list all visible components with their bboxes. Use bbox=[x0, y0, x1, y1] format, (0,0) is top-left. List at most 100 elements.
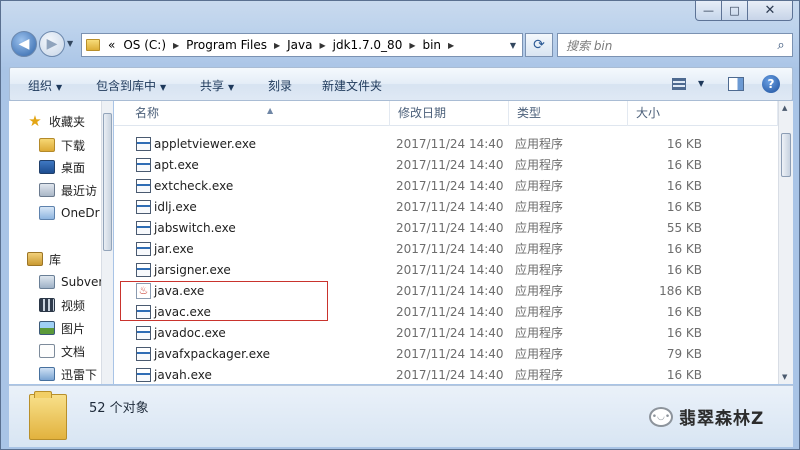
nav-item-label: 文档 bbox=[61, 344, 86, 359]
nav-item-downloads[interactable]: 下载 bbox=[39, 135, 85, 155]
breadcrumb-separator-icon[interactable]: ▶ bbox=[271, 41, 283, 50]
file-size: 16 KB bbox=[666, 263, 702, 277]
burn-button[interactable]: 刻录 bbox=[268, 77, 292, 94]
file-modified: 2017/11/24 14:40 bbox=[396, 263, 504, 277]
column-header-label: 类型 bbox=[517, 106, 542, 120]
nav-item-label: OneDr bbox=[61, 206, 100, 220]
change-view-icon[interactable] bbox=[672, 78, 686, 90]
file-row[interactable]: idlj.exe 2017/11/24 14:40 应用程序 16 KB bbox=[114, 197, 778, 218]
search-box[interactable]: 搜索 bin ⌕ bbox=[557, 33, 793, 57]
file-name: jarsigner.exe bbox=[154, 263, 231, 277]
navigation-pane: ★ 收藏夹 下载 桌面 最近访 OneDr 库 Subver 视频 图片 文档 … bbox=[9, 101, 101, 384]
nav-item-label: 桌面 bbox=[61, 160, 86, 175]
file-type: 应用程序 bbox=[515, 368, 564, 382]
breadcrumb-program-files[interactable]: Program Files bbox=[182, 38, 271, 52]
folder-icon bbox=[86, 39, 100, 51]
chevron-down-icon: ▼ bbox=[56, 83, 63, 92]
file-type: 应用程序 bbox=[515, 242, 564, 256]
column-header-name[interactable]: 名称 ▲ bbox=[127, 101, 390, 126]
file-row[interactable]: jabswitch.exe 2017/11/24 14:40 应用程序 55 K… bbox=[114, 218, 778, 239]
column-header-type[interactable]: 类型 bbox=[509, 101, 628, 126]
file-type: 应用程序 bbox=[515, 326, 564, 340]
nav-item-pictures[interactable]: 图片 bbox=[39, 318, 85, 338]
file-size: 16 KB bbox=[666, 242, 702, 256]
library-icon bbox=[27, 252, 43, 266]
file-name: idlj.exe bbox=[154, 200, 197, 214]
back-button[interactable]: ◀ bbox=[11, 31, 37, 57]
recent-pages-dropdown[interactable]: ▼ bbox=[67, 39, 73, 48]
file-row[interactable]: apt.exe 2017/11/24 14:40 应用程序 16 KB bbox=[114, 155, 778, 176]
file-name: jar.exe bbox=[154, 242, 194, 256]
nav-item-onedrive[interactable]: OneDr bbox=[39, 203, 100, 223]
include-in-library-menu[interactable]: 包含到库中 ▼ bbox=[96, 77, 166, 94]
organize-menu[interactable]: 组织 ▼ bbox=[28, 77, 62, 94]
nav-item-subversion[interactable]: Subver bbox=[39, 272, 101, 292]
nav-item-videos[interactable]: 视频 bbox=[39, 295, 85, 315]
nav-item-label: 迅雷下 bbox=[61, 367, 98, 382]
file-row[interactable]: extcheck.exe 2017/11/24 14:40 应用程序 16 KB bbox=[114, 176, 778, 197]
nav-item-desktop[interactable]: 桌面 bbox=[39, 157, 85, 177]
breadcrumb-bin[interactable]: bin bbox=[418, 38, 445, 52]
close-button[interactable]: ✕ bbox=[748, 1, 793, 21]
exe-icon bbox=[136, 347, 151, 361]
chevron-down-icon: ▼ bbox=[160, 83, 167, 92]
file-name: javadoc.exe bbox=[154, 326, 226, 340]
view-options-dropdown[interactable]: ▼ bbox=[698, 79, 704, 88]
navigation-pane-scrollbar[interactable] bbox=[101, 101, 113, 384]
file-row[interactable]: javah.exe 2017/11/24 14:40 应用程序 16 KB bbox=[114, 365, 778, 384]
nav-item-libraries[interactable]: 库 bbox=[27, 249, 61, 269]
breadcrumb-overflow[interactable]: « bbox=[104, 38, 119, 52]
new-folder-button[interactable]: 新建文件夹 bbox=[322, 77, 382, 94]
scrollbar-thumb[interactable] bbox=[781, 133, 791, 177]
breadcrumb-separator-icon[interactable]: ▶ bbox=[170, 41, 182, 50]
breadcrumb-separator-icon[interactable]: ▶ bbox=[445, 41, 457, 50]
organize-label: 组织 bbox=[28, 79, 53, 93]
column-header-modified[interactable]: 修改日期 bbox=[390, 101, 509, 126]
recent-places-icon bbox=[39, 183, 55, 197]
exe-icon bbox=[136, 200, 151, 214]
column-header-size[interactable]: 大小 bbox=[628, 101, 778, 126]
file-size: 55 KB bbox=[666, 221, 702, 235]
search-icon[interactable]: ⌕ bbox=[770, 38, 792, 53]
arrow-left-icon: ◀ bbox=[18, 36, 30, 52]
minimize-button[interactable]: — bbox=[695, 1, 722, 21]
scrollbar-thumb[interactable] bbox=[103, 113, 112, 251]
nav-item-label: 下载 bbox=[61, 138, 86, 153]
breadcrumb-jdk[interactable]: jdk1.7.0_80 bbox=[329, 38, 407, 52]
address-history-dropdown[interactable]: ▼ bbox=[504, 41, 522, 50]
nav-item-thunder-downloads[interactable]: 迅雷下 bbox=[39, 364, 97, 384]
file-name: jabswitch.exe bbox=[154, 221, 236, 235]
nav-item-documents[interactable]: 文档 bbox=[39, 341, 85, 361]
refresh-button[interactable]: ⟳ bbox=[525, 33, 553, 57]
address-bar[interactable]: « OS (C:) ▶ Program Files ▶ Java ▶ jdk1.… bbox=[81, 33, 523, 57]
command-bar: 组织 ▼ 包含到库中 ▼ 共享 ▼ 刻录 新建文件夹 ▼ ? bbox=[9, 67, 793, 101]
star-icon: ★ bbox=[28, 112, 42, 130]
search-input[interactable]: 搜索 bin bbox=[558, 37, 770, 54]
file-type: 应用程序 bbox=[515, 221, 564, 235]
file-row[interactable]: appletviewer.exe 2017/11/24 14:40 应用程序 1… bbox=[114, 134, 778, 155]
file-list-scrollbar[interactable]: ▲ ▼ bbox=[778, 101, 793, 384]
forward-button[interactable]: ▶ bbox=[39, 31, 65, 57]
scroll-up-icon[interactable]: ▲ bbox=[782, 104, 787, 112]
preview-pane-icon[interactable] bbox=[728, 77, 744, 91]
breadcrumb-separator-icon[interactable]: ▶ bbox=[316, 41, 328, 50]
nav-item-recent-places[interactable]: 最近访 bbox=[39, 180, 97, 200]
exe-icon bbox=[136, 242, 151, 256]
file-modified: 2017/11/24 14:40 bbox=[396, 158, 504, 172]
file-modified: 2017/11/24 14:40 bbox=[396, 284, 504, 298]
share-menu[interactable]: 共享 ▼ bbox=[200, 77, 234, 94]
file-row[interactable]: javadoc.exe 2017/11/24 14:40 应用程序 16 KB bbox=[114, 323, 778, 344]
thunder-download-icon bbox=[39, 367, 55, 381]
breadcrumb-drive[interactable]: OS (C:) bbox=[119, 38, 170, 52]
scroll-down-icon[interactable]: ▼ bbox=[782, 373, 787, 381]
breadcrumb-java[interactable]: Java bbox=[283, 38, 316, 52]
help-icon[interactable]: ? bbox=[762, 75, 780, 93]
nav-item-label: 图片 bbox=[61, 321, 86, 336]
file-row[interactable]: jarsigner.exe 2017/11/24 14:40 应用程序 16 K… bbox=[114, 260, 778, 281]
documents-icon bbox=[39, 344, 55, 358]
breadcrumb-separator-icon[interactable]: ▶ bbox=[406, 41, 418, 50]
file-row[interactable]: javafxpackager.exe 2017/11/24 14:40 应用程序… bbox=[114, 344, 778, 365]
nav-item-favorites[interactable]: ★ 收藏夹 bbox=[27, 111, 85, 131]
file-row[interactable]: jar.exe 2017/11/24 14:40 应用程序 16 KB bbox=[114, 239, 778, 260]
maximize-button[interactable]: □ bbox=[722, 1, 748, 21]
